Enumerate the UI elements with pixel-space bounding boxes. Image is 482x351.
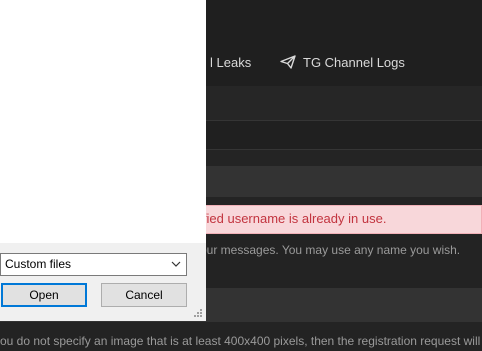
error-message: ified username is already in use. bbox=[200, 211, 387, 226]
section-gap bbox=[0, 322, 482, 330]
image-requirement-note: ou do not specify an image that is at le… bbox=[0, 334, 481, 348]
file-open-dialog: Custom files Open Cancel bbox=[0, 0, 206, 321]
nav-item-leaks[interactable]: l Leaks bbox=[210, 55, 251, 71]
cancel-button[interactable]: Cancel bbox=[101, 283, 187, 307]
nav-item-tg-channel-logs[interactable]: TG Channel Logs bbox=[280, 55, 405, 71]
open-button[interactable]: Open bbox=[1, 283, 87, 307]
resize-grip-icon[interactable] bbox=[193, 308, 203, 318]
file-type-selected-value: Custom files bbox=[5, 257, 72, 271]
nav-item-label: TG Channel Logs bbox=[303, 55, 405, 70]
paper-plane-icon bbox=[280, 55, 296, 69]
chevron-down-icon bbox=[171, 261, 181, 267]
file-type-select[interactable]: Custom files bbox=[0, 253, 187, 276]
username-help-text: our messages. You may use any name you w… bbox=[200, 243, 461, 257]
